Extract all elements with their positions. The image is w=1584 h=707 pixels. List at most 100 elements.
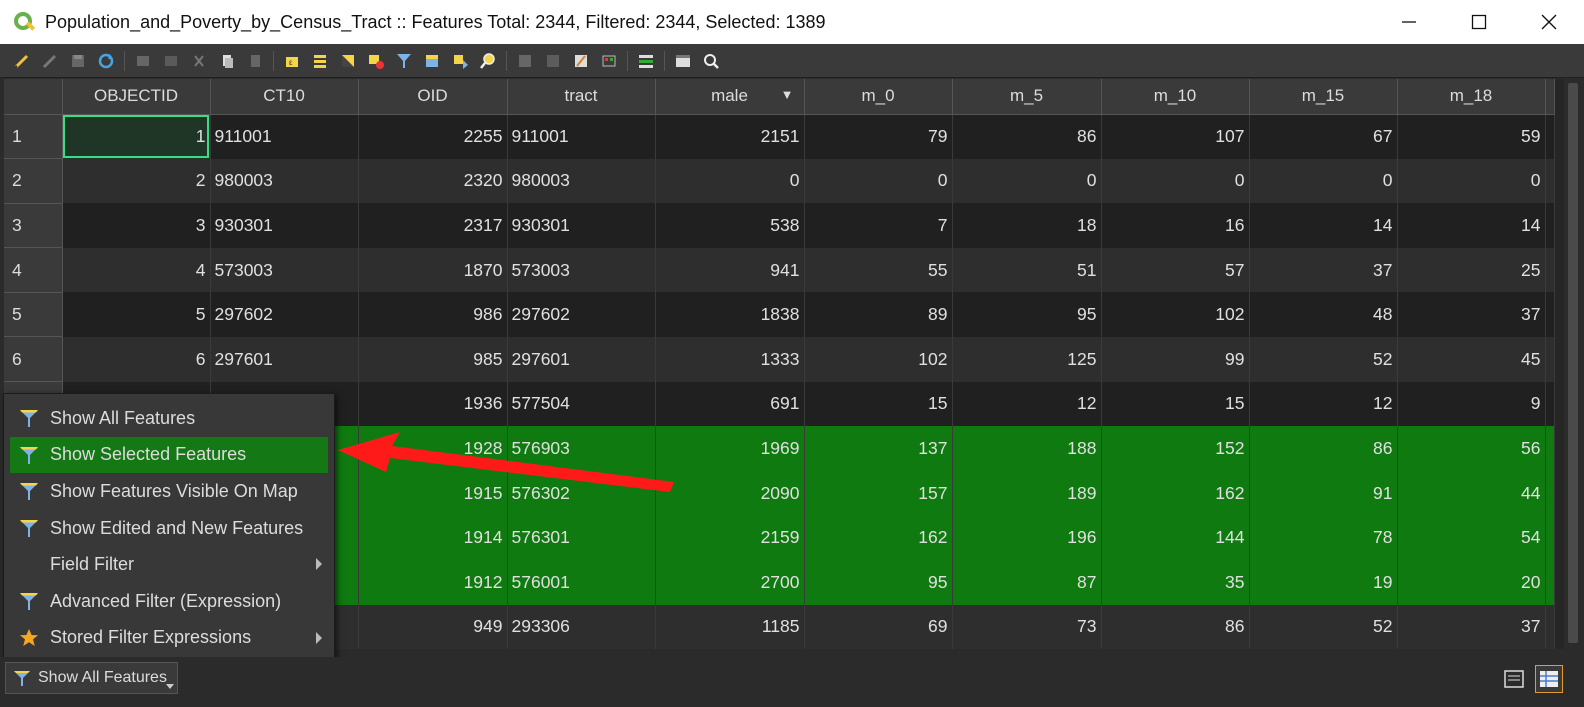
table-cell-m_0[interactable]: 55	[804, 247, 953, 293]
table-cell-m_18[interactable]: 45	[1397, 336, 1546, 382]
table-cell-m_15[interactable]: 0	[1249, 158, 1398, 204]
table-cell-m_5[interactable]: 189	[952, 470, 1102, 516]
table-cell-m_10[interactable]: 86	[1101, 604, 1250, 649]
table-cell-male[interactable]: 538	[655, 203, 805, 248]
column-header-male[interactable]: male ▼	[655, 79, 805, 115]
form-view-button[interactable]	[1500, 665, 1528, 693]
table-cell-m_10[interactable]: 102	[1101, 292, 1250, 337]
table-cell-male[interactable]: 1185	[655, 604, 805, 649]
table-cell-m_0[interactable]: 95	[804, 559, 953, 605]
conditional-formatting-button[interactable]	[595, 47, 623, 75]
table-cell-tract[interactable]: 576001	[507, 559, 656, 605]
table-row[interactable]: 4 4 573003 1870 573003 941 55 51 57 37 25	[4, 247, 1555, 293]
table-cell-m_5[interactable]: 196	[952, 515, 1102, 560]
table-cell-male[interactable]: 1969	[655, 426, 805, 471]
table-cell-m_15[interactable]: 78	[1249, 515, 1398, 560]
table-cell-male[interactable]: 0	[655, 158, 805, 204]
table-row[interactable]: 1 1 911001 2255 911001 2151 79 86 107 67 59	[4, 114, 1555, 160]
table-cell-m_18[interactable]: 59	[1397, 114, 1546, 159]
table-cell-ct10[interactable]: 930301	[210, 203, 359, 248]
scrollbar-thumb[interactable]	[1568, 83, 1578, 643]
table-cell-ct10[interactable]: 911001	[210, 114, 359, 159]
zoom-map-button[interactable]	[697, 47, 725, 75]
deselect-all-button[interactable]	[362, 47, 390, 75]
table-cell-tract[interactable]: 297602	[507, 292, 656, 337]
table-cell-m_5[interactable]: 73	[952, 604, 1102, 649]
move-selection-top-button[interactable]	[418, 47, 446, 75]
table-cell-male[interactable]: 1838	[655, 292, 805, 337]
actions-button[interactable]	[632, 47, 660, 75]
table-cell-tract[interactable]: 577504	[507, 381, 656, 427]
column-header-m_15[interactable]: m_15	[1249, 79, 1398, 115]
table-cell-tract[interactable]: 980003	[507, 158, 656, 204]
delete-field-button[interactable]	[539, 47, 567, 75]
table-cell-m_18[interactable]: 56	[1397, 426, 1546, 471]
table-cell-m_10[interactable]: 107	[1101, 114, 1250, 159]
table-cell-tract[interactable]: 576301	[507, 515, 656, 560]
table-view-button[interactable]	[1535, 665, 1563, 693]
table-cell-m_5[interactable]: 188	[952, 426, 1102, 471]
row-header[interactable]: 1	[4, 114, 63, 160]
table-cell-objectid[interactable]: 5	[62, 292, 211, 337]
menu-item-show-features-visible-on-map[interactable]: Show Features Visible On Map	[10, 473, 328, 510]
table-cell-m_15[interactable]: 67	[1249, 114, 1398, 159]
column-header-tract[interactable]: tract	[507, 79, 656, 115]
table-cell-m_15[interactable]: 91	[1249, 470, 1398, 516]
table-cell-m_0[interactable]: 7	[804, 203, 953, 248]
maximize-button[interactable]	[1444, 0, 1514, 44]
table-cell-m_10[interactable]: 162	[1101, 470, 1250, 516]
table-cell-m_0[interactable]: 79	[804, 114, 953, 159]
column-header-m_0[interactable]: m_0	[804, 79, 953, 115]
table-cell-m_10[interactable]: 99	[1101, 336, 1250, 382]
table-cell-m_15[interactable]: 19	[1249, 559, 1398, 605]
table-cell-male[interactable]: 2151	[655, 114, 805, 159]
table-cell-m_15[interactable]: 86	[1249, 426, 1398, 471]
table-row[interactable]: 3 3 930301 2317 930301 538 7 18 16 14 14	[4, 203, 1555, 249]
table-cell-ct10[interactable]: 297602	[210, 292, 359, 337]
table-cell-m_18[interactable]: 0	[1397, 158, 1546, 204]
filter-selected-button[interactable]	[390, 47, 418, 75]
table-cell-m_5[interactable]: 0	[952, 158, 1102, 204]
table-cell-tract[interactable]: 293306	[507, 604, 656, 649]
table-cell-m_0[interactable]: 15	[804, 381, 953, 427]
table-cell-oid[interactable]: 1936	[358, 381, 508, 427]
table-cell-m_15[interactable]: 14	[1249, 203, 1398, 248]
table-cell-oid[interactable]: 1870	[358, 247, 508, 293]
table-cell-m_15[interactable]: 48	[1249, 292, 1398, 337]
filter-mode-button[interactable]: Show All Features	[5, 662, 178, 694]
cut-button[interactable]	[185, 47, 213, 75]
table-cell-m_18[interactable]: 37	[1397, 292, 1546, 337]
row-header[interactable]: 3	[4, 203, 63, 249]
table-cell-m_0[interactable]: 157	[804, 470, 953, 516]
column-header-objectid[interactable]: OBJECTID	[62, 79, 211, 115]
delete-feature-button[interactable]	[157, 47, 185, 75]
table-cell-oid[interactable]: 1912	[358, 559, 508, 605]
table-cell-objectid[interactable]: 2	[62, 158, 211, 204]
column-header-ct10[interactable]: CT10	[210, 79, 359, 115]
table-cell-m_15[interactable]: 37	[1249, 247, 1398, 293]
add-feature-button[interactable]	[129, 47, 157, 75]
table-cell-m_0[interactable]: 89	[804, 292, 953, 337]
table-cell-m_5[interactable]: 18	[952, 203, 1102, 248]
table-cell-m_5[interactable]: 12	[952, 381, 1102, 427]
table-cell-oid[interactable]: 949	[358, 604, 508, 649]
table-cell-tract[interactable]: 576903	[507, 426, 656, 471]
table-cell-m_18[interactable]: 44	[1397, 470, 1546, 516]
select-all-button[interactable]	[306, 47, 334, 75]
paste-button[interactable]	[241, 47, 269, 75]
multi-edit-button[interactable]	[36, 47, 64, 75]
table-cell-male[interactable]: 2700	[655, 559, 805, 605]
table-corner[interactable]	[4, 79, 63, 115]
table-cell-oid[interactable]: 2255	[358, 114, 508, 159]
table-cell-m_18[interactable]: 54	[1397, 515, 1546, 560]
table-cell-m_10[interactable]: 152	[1101, 426, 1250, 471]
dock-table-button[interactable]	[669, 47, 697, 75]
menu-item-stored-filter-expressions[interactable]: Stored Filter Expressions	[10, 620, 328, 657]
table-row[interactable]: 2 2 980003 2320 980003 0 0 0 0 0 0	[4, 158, 1555, 204]
table-cell-m_18[interactable]: 20	[1397, 559, 1546, 605]
column-header-m_18[interactable]: m_18	[1397, 79, 1546, 115]
table-cell-oid[interactable]: 1928	[358, 426, 508, 471]
table-row[interactable]: 5 5 297602 986 297602 1838 89 95 102 48 37	[4, 292, 1555, 338]
table-cell-tract[interactable]: 911001	[507, 114, 656, 159]
save-edits-button[interactable]	[64, 47, 92, 75]
